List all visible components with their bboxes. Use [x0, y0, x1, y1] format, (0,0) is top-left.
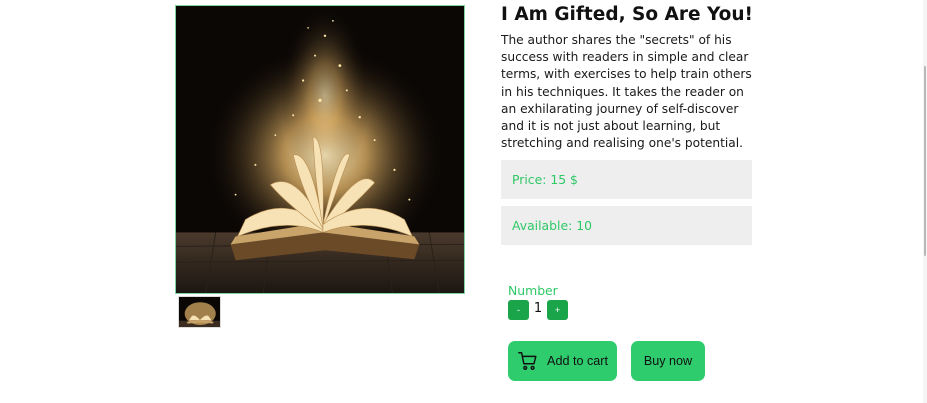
cart-icon — [517, 350, 539, 372]
open-book-illustration — [176, 6, 464, 293]
product-main-image — [175, 5, 465, 294]
buy-now-button[interactable]: Buy now — [631, 341, 705, 381]
scrollbar-thumb[interactable] — [924, 66, 926, 256]
availability-text: Available: 10 — [512, 218, 592, 233]
quantity-value: 1 — [533, 301, 543, 316]
price-box: Price: 15 $ — [501, 160, 752, 199]
product-description: The author shares the "secrets" of his s… — [501, 33, 752, 151]
availability-box: Available: 10 — [501, 206, 752, 245]
product-thumbnail[interactable] — [178, 296, 221, 328]
thumbnail-book-image — [179, 297, 220, 327]
increase-quantity-button[interactable]: + — [547, 300, 568, 320]
product-title: I Am Gifted, So Are You! — [501, 4, 753, 25]
page-scrollbar[interactable] — [923, 0, 927, 403]
decrease-quantity-button[interactable]: - — [508, 300, 529, 320]
add-to-cart-button[interactable]: Add to cart — [508, 341, 617, 381]
number-label: Number — [508, 283, 558, 298]
add-to-cart-label: Add to cart — [547, 354, 608, 368]
price-text: Price: 15 $ — [512, 172, 578, 187]
buy-now-label: Buy now — [643, 354, 693, 368]
